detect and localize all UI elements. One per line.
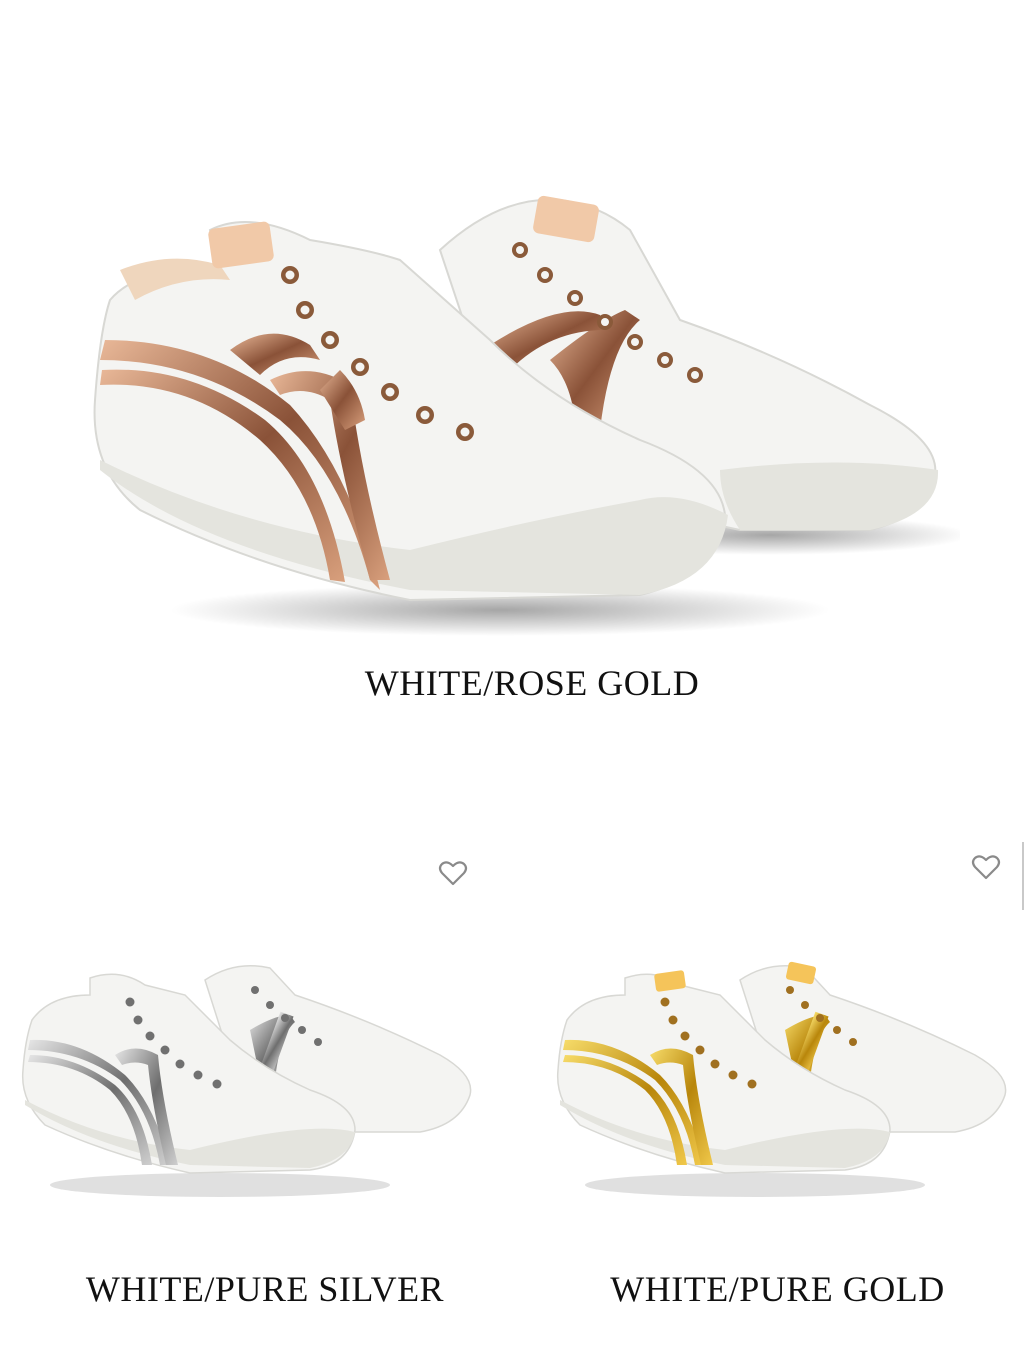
product-image-pure-silver[interactable] (20, 960, 475, 1200)
favorite-heart-icon[interactable] (438, 858, 468, 888)
product-image-rose-gold[interactable] (80, 170, 960, 640)
product-card-pure-silver[interactable]: WHITE/PURE SILVER (0, 840, 510, 1350)
sneaker-pair-rose-gold (93, 195, 960, 636)
favorite-heart-icon[interactable] (971, 852, 1001, 882)
sneaker-pair-pure-silver (21, 965, 472, 1197)
product-card-rose-gold[interactable]: WHITE/ROSE GOLD (0, 0, 1024, 720)
product-caption: WHITE/ROSE GOLD (364, 663, 700, 703)
sneaker-pair-pure-gold (556, 961, 1007, 1197)
product-card-pure-gold[interactable]: WHITE/PURE GOLD (535, 840, 1024, 1350)
product-image-pure-gold[interactable] (555, 960, 1010, 1200)
product-caption: WHITE/PURE GOLD (610, 1269, 945, 1309)
product-caption: WHITE/PURE SILVER (85, 1269, 445, 1309)
